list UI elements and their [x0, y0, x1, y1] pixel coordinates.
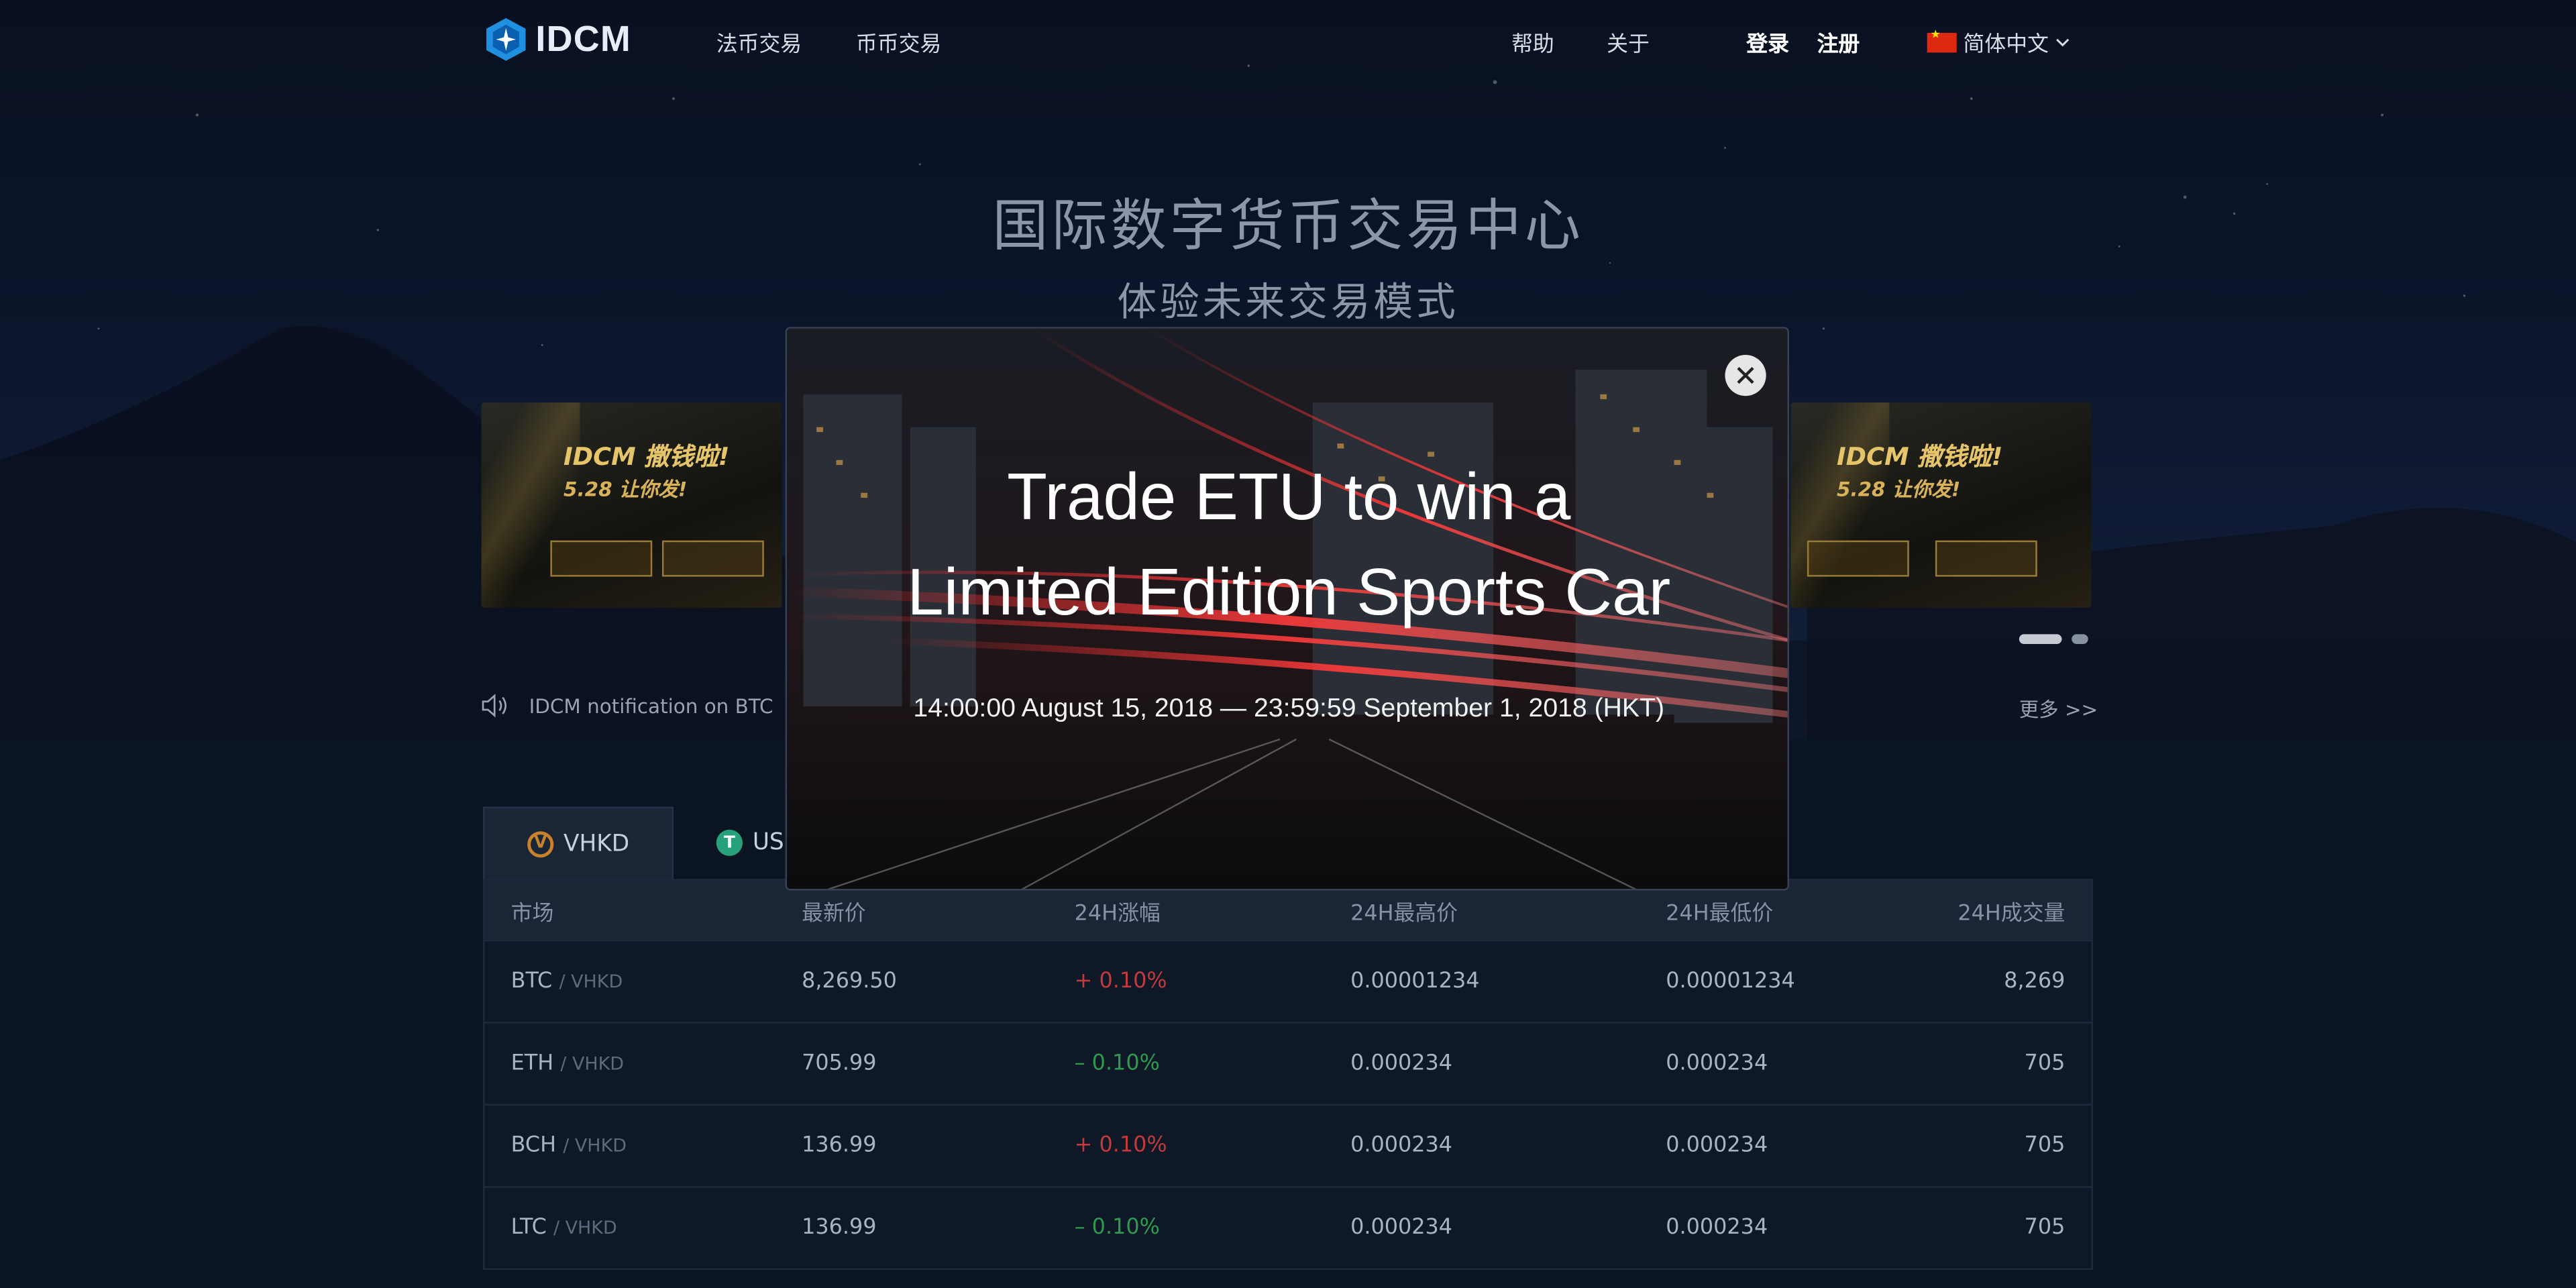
page: IDCM 法币交易 币币交易 帮助 关于 登录 注册 简体中文 国际数字货币交易… [0, 0, 2576, 1288]
promo-modal: Trade ETU to win a Limited Edition Sport… [785, 327, 1789, 891]
modal-date-range: 14:00:00 August 15, 2018 — 23:59:59 Sept… [913, 694, 1665, 723]
modal-title-line1: Trade ETU to win a [1007, 462, 1571, 534]
modal-title: Trade ETU to win a Limited Edition Sport… [787, 450, 1787, 641]
close-icon [1737, 367, 1754, 384]
close-modal-button[interactable] [1725, 354, 1766, 396]
modal-title-line2: Limited Edition Sports Car [907, 557, 1671, 629]
